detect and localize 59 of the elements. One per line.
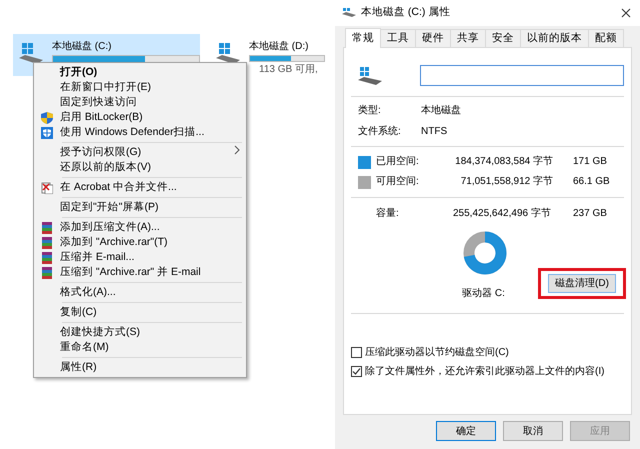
menu-item[interactable]: 属性(R) [34, 360, 246, 375]
books-icon [41, 266, 53, 278]
menu-item[interactable]: 重命名(M) [34, 340, 246, 355]
drive-label: 本地磁盘 (D:) [249, 41, 310, 53]
field-value: NTFS [421, 126, 448, 138]
tab[interactable]: 配额 [588, 29, 624, 48]
menu-item[interactable]: 添加到压缩文件(A)... [34, 220, 246, 235]
menu-item[interactable]: 在 Acrobat 中合并文件... [34, 180, 246, 195]
field-value: 本地磁盘 [421, 105, 461, 117]
menu-item[interactable]: 添加到 "Archive.rar"(T) [34, 235, 246, 250]
menu-item[interactable]: 还原以前的版本(V) [34, 160, 246, 175]
menu-item[interactable]: 压缩到 "Archive.rar" 并 E-mail [34, 265, 246, 280]
window-title: 本地磁盘 (C:) 属性 [361, 5, 450, 20]
close-button[interactable] [620, 7, 632, 19]
shield-icon [41, 126, 53, 138]
shield-icon [41, 112, 53, 124]
drive-icon [18, 41, 44, 65]
menu-item[interactable]: 在新窗口中打开(E) [34, 80, 246, 95]
size-value: 237 GB [573, 207, 607, 221]
byte-count: 255,425,642,496 字节 [453, 207, 552, 221]
name-field[interactable] [420, 65, 624, 86]
menu-item[interactable]: 固定到快速访问 [34, 95, 246, 110]
menu-item[interactable]: 创建快捷方式(S) [34, 325, 246, 340]
menu-item[interactable]: 授予访问权限(G) [34, 145, 246, 160]
tab[interactable]: 常规 [345, 28, 381, 48]
field-label: 容量: [376, 207, 400, 221]
byte-count: 71,051,558,912 字节 [460, 175, 553, 189]
document-icon [41, 182, 53, 194]
checkbox[interactable] [351, 366, 362, 377]
drive-icon [358, 66, 382, 84]
drive-label: 本地磁盘 (C:) [52, 41, 112, 53]
menu-item[interactable]: 启用 BitLocker(B) [34, 110, 246, 125]
size-value: 66.1 GB [573, 175, 610, 189]
checkbox-option[interactable]: 除了文件属性外，还允许索引此驱动器上文件的内容(I) [351, 365, 624, 378]
menu-item[interactable]: 压缩并 E-mail... [34, 250, 246, 265]
drive-letter-label: 驱动器 C: [462, 288, 505, 300]
dialog-button[interactable]: 取消 [503, 421, 563, 441]
drive-icon [342, 8, 356, 18]
usage-donut-chart [462, 230, 508, 276]
books-icon [41, 252, 53, 264]
checkbox-option[interactable]: 压缩此驱动器以节约磁盘空间(C) [351, 346, 624, 359]
books-icon [41, 236, 53, 248]
disk-cleanup-button[interactable]: 磁盘清理(D) [548, 274, 616, 293]
size-value: 171 GB [573, 155, 607, 169]
menu-item[interactable]: 固定到"开始"屏幕(P) [34, 200, 246, 215]
drive-icon [215, 41, 241, 65]
field-label: 可用空间: [376, 175, 420, 189]
dialog-button[interactable]: 确定 [436, 421, 496, 441]
chevron-icon [234, 145, 240, 155]
free-space-text: 113 GB 可用, [259, 64, 318, 76]
byte-count: 184,374,083,584 字节 [454, 155, 553, 169]
field-label: 类型: [358, 105, 382, 117]
checkbox[interactable] [351, 347, 362, 358]
menu-item[interactable]: 使用 Windows Defender扫描... [34, 125, 246, 140]
menu-item[interactable]: 格式化(A)... [34, 285, 246, 300]
menu-item[interactable]: 复制(C) [34, 305, 246, 320]
field-label: 已用空间: [376, 155, 420, 169]
field-label: 文件系统: [358, 126, 402, 138]
books-icon [41, 222, 53, 234]
